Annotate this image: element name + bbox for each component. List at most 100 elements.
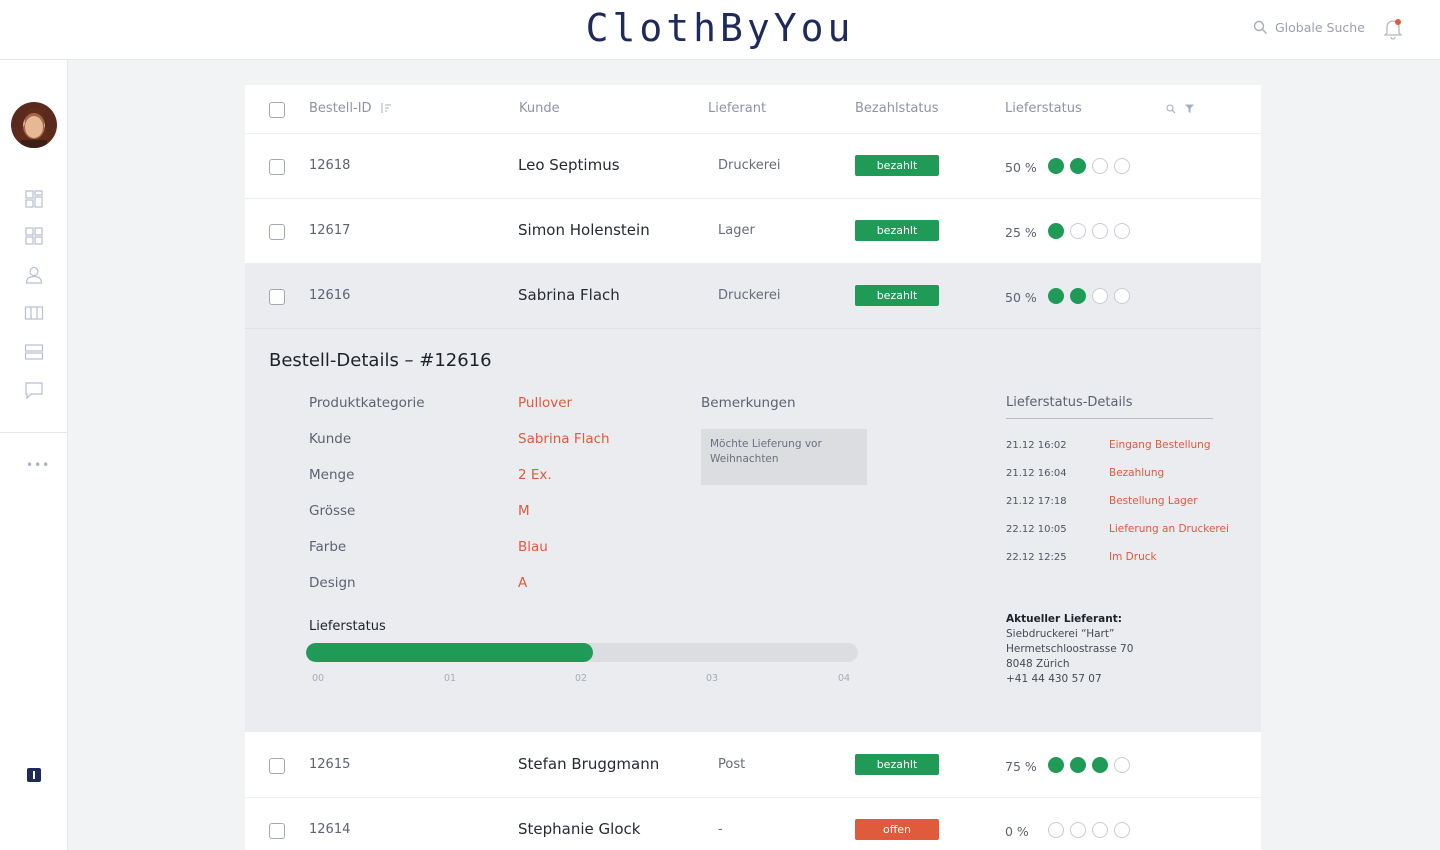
step-dot xyxy=(1092,822,1108,838)
field-label: Menge xyxy=(309,467,355,483)
global-search[interactable]: Globale Suche xyxy=(1253,20,1365,35)
row-checkbox[interactable] xyxy=(269,758,285,774)
filter-icon[interactable] xyxy=(1184,103,1195,114)
event-label: Im Druck xyxy=(1109,551,1157,563)
delivery-steps xyxy=(1048,223,1130,239)
step-dot xyxy=(1048,223,1064,239)
table-row[interactable]: 12618 Leo Septimus Druckerei bezahlt 50 … xyxy=(245,134,1261,199)
event-date: 21.12 17:18 xyxy=(1006,496,1067,507)
sort-icon[interactable] xyxy=(380,102,392,114)
delivery-percent: 50 % xyxy=(1005,290,1037,305)
delivery-details-divider xyxy=(1006,418,1213,419)
step-dot xyxy=(1092,288,1108,304)
supplier-street: Hermetschloostrasse 70 xyxy=(1006,643,1134,655)
progress-tick: 03 xyxy=(706,673,719,684)
more-icon[interactable]: ••• xyxy=(26,458,50,472)
header-kunde[interactable]: Kunde xyxy=(519,101,560,116)
customer-name: Stefan Bruggmann xyxy=(518,755,660,773)
delivery-progress-bar xyxy=(306,643,858,662)
field-value: Pullover xyxy=(518,395,573,411)
supplier-name: Siebdruckerei “Hart” xyxy=(1006,628,1115,640)
event-label: Eingang Bestellung xyxy=(1109,439,1211,451)
row-checkbox[interactable] xyxy=(269,224,285,240)
status-badge: offen xyxy=(855,819,939,840)
step-dot xyxy=(1070,223,1086,239)
table-row[interactable]: 12614 Stephanie Glock - offen 0 % xyxy=(245,798,1261,850)
order-id: 12618 xyxy=(309,158,351,173)
field-value: Blau xyxy=(518,539,548,555)
order-id: 12617 xyxy=(309,223,351,238)
delivery-percent: 25 % xyxy=(1005,225,1037,240)
customer-name: Stephanie Glock xyxy=(518,820,641,838)
step-dot xyxy=(1048,822,1064,838)
table-row[interactable]: 12617 Simon Holenstein Lager bezahlt 25 … xyxy=(245,199,1261,264)
grid-icon[interactable] xyxy=(24,226,44,246)
step-dot xyxy=(1070,822,1086,838)
layers-icon[interactable] xyxy=(24,342,44,362)
delivery-details-title: Lieferstatus-Details xyxy=(1006,395,1133,410)
order-id: 12616 xyxy=(309,288,351,303)
dashboard-icon[interactable] xyxy=(24,189,44,209)
step-dot xyxy=(1048,288,1064,304)
progress-tick: 00 xyxy=(312,673,325,684)
search-label: Globale Suche xyxy=(1275,20,1365,35)
current-supplier: Aktueller Lieferant: Siebdruckerei “Hart… xyxy=(1006,612,1133,687)
header-bezahlstatus[interactable]: Bezahlstatus xyxy=(855,101,939,116)
delivery-percent: 0 % xyxy=(1005,824,1029,839)
event-label: Bezahlung xyxy=(1109,467,1165,479)
delivery-progress-fill xyxy=(306,643,594,662)
header-lieferstatus[interactable]: Lieferstatus xyxy=(1005,101,1082,116)
step-dot xyxy=(1070,158,1086,174)
row-checkbox[interactable] xyxy=(269,159,285,175)
step-dot xyxy=(1048,757,1064,773)
step-dot xyxy=(1070,757,1086,773)
header-id[interactable]: Bestell-ID xyxy=(309,101,392,116)
user-icon[interactable] xyxy=(24,265,44,285)
status-badge: bezahlt xyxy=(855,155,939,176)
step-dot xyxy=(1114,223,1130,239)
step-dot xyxy=(1092,223,1108,239)
header-lieferant[interactable]: Lieferant xyxy=(708,101,766,116)
table-header: Bestell-ID Kunde Lieferant Bezahlstatus … xyxy=(245,85,1261,134)
table-row[interactable]: 12615 Stefan Bruggmann Post bezahlt 75 % xyxy=(245,733,1261,798)
step-dot xyxy=(1114,288,1130,304)
progress-tick: 02 xyxy=(575,673,588,684)
details-title: Bestell-Details – #12616 xyxy=(269,350,492,371)
field-label: Farbe xyxy=(309,539,347,555)
step-dot xyxy=(1048,158,1064,174)
row-checkbox[interactable] xyxy=(269,289,285,305)
sidebar: ••• xyxy=(0,60,68,850)
order-details: Bestell-Details – #12616 Produktkategori… xyxy=(245,329,1261,732)
step-dot xyxy=(1114,822,1130,838)
supplier: - xyxy=(718,822,723,837)
remarks-box: Möchte Lieferung vor Weihnachten xyxy=(701,429,867,485)
select-all-checkbox[interactable] xyxy=(269,102,285,118)
chat-icon[interactable] xyxy=(24,380,44,400)
supplier-phone: +41 44 430 57 07 xyxy=(1006,673,1102,685)
delivery-status-label: Lieferstatus xyxy=(309,619,386,634)
top-bar: ClothByYou Globale Suche xyxy=(0,0,1440,60)
remarks-label: Bemerkungen xyxy=(701,395,796,411)
sidebar-divider xyxy=(0,432,68,433)
field-label: Produktkategorie xyxy=(309,395,425,411)
notification-bell-icon[interactable] xyxy=(1383,18,1403,40)
supplier: Lager xyxy=(718,223,755,238)
table-search-icon[interactable] xyxy=(1166,104,1176,114)
customer-name: Simon Holenstein xyxy=(518,221,650,239)
columns-icon[interactable] xyxy=(24,303,44,323)
brand-logo[interactable]: ClothByYou xyxy=(0,6,1440,50)
status-badge: bezahlt xyxy=(855,754,939,775)
step-dot xyxy=(1092,757,1108,773)
status-badge: bezahlt xyxy=(855,220,939,241)
row-checkbox[interactable] xyxy=(269,823,285,839)
event-label: Bestellung Lager xyxy=(1109,495,1198,507)
field-label: Design xyxy=(309,575,356,591)
order-id: 12615 xyxy=(309,757,351,772)
orders-table: Bestell-ID Kunde Lieferant Bezahlstatus … xyxy=(245,85,1261,850)
search-icon xyxy=(1253,20,1267,34)
event-date: 21.12 16:04 xyxy=(1006,468,1067,479)
delivery-percent: 75 % xyxy=(1005,759,1037,774)
status-badge: bezahlt xyxy=(855,285,939,306)
avatar[interactable] xyxy=(11,102,57,148)
table-row-selected[interactable]: 12616 Sabrina Flach Druckerei bezahlt 50… xyxy=(245,264,1261,329)
